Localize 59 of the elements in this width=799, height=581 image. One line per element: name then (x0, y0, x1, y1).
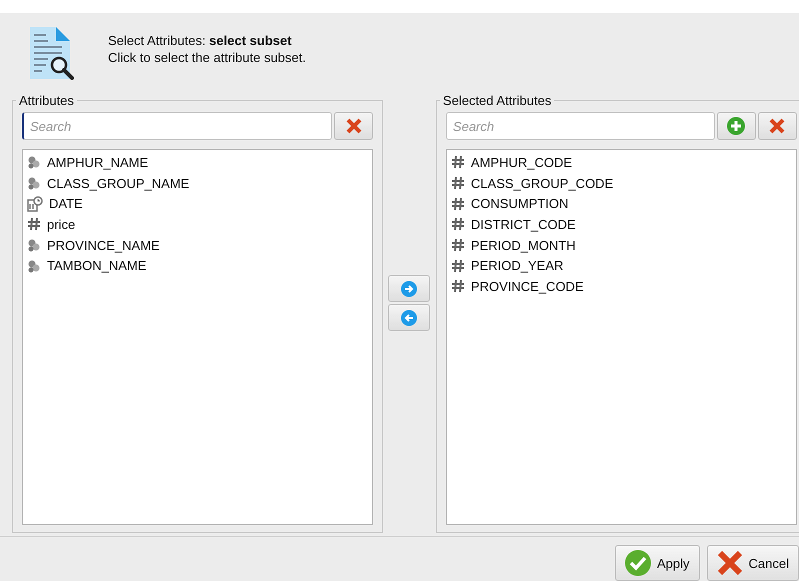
attribute-item[interactable]: CONSUMPTION (446, 193, 796, 214)
clear-button[interactable] (334, 112, 374, 140)
attribute-item[interactable]: CLASS_GROUP_NAME (23, 172, 372, 194)
attribute-name: PERIOD_MONTH (470, 238, 576, 253)
clear-button[interactable] (758, 112, 797, 140)
shapes-icon (27, 238, 41, 252)
dialog-subtitle: Click to select the attribute subset. (108, 50, 306, 65)
attribute-name: PROVINCE_CODE (470, 278, 584, 294)
attribute-name: AMPHUR_NAME (47, 154, 148, 170)
close-icon (346, 118, 362, 134)
hash-icon (450, 238, 465, 252)
attribute-item[interactable]: DATE (23, 193, 372, 214)
search-field[interactable]: Search (446, 112, 715, 140)
dialog-title: Select Attributes: select subset (108, 33, 293, 48)
close-icon (769, 118, 786, 134)
hash-icon (450, 176, 465, 190)
calendar-clock-icon (27, 196, 43, 212)
hash-icon (27, 217, 41, 232)
hash-icon (450, 155, 465, 170)
hash-icon (450, 258, 465, 273)
cancel-button[interactable]: Cancel (706, 545, 799, 581)
arrow-left-icon (401, 310, 418, 326)
shapes-icon (27, 258, 41, 273)
shapes-icon (27, 155, 41, 170)
attribute-name: CONSUMPTION (470, 196, 568, 212)
attribute-name: CLASS_GROUP_NAME (47, 176, 190, 191)
attribute-name: TAMBON_NAME (47, 258, 146, 274)
group-label: Selected Attributes (442, 93, 552, 108)
hash-icon (450, 279, 465, 294)
move-right-button[interactable] (388, 275, 430, 302)
check-icon (625, 550, 651, 576)
attribute-item[interactable]: price (23, 214, 372, 235)
hash-icon (450, 196, 465, 211)
search-field[interactable]: Search (22, 112, 332, 140)
attribute-item[interactable]: PROVINCE_CODE (446, 276, 796, 297)
attribute-item[interactable]: TAMBON_NAME (23, 255, 372, 276)
move-left-button[interactable] (388, 304, 430, 331)
attribute-name: DISTRICT_CODE (470, 216, 576, 232)
group-label: Attributes (18, 93, 75, 108)
shapes-icon (27, 176, 41, 190)
attribute-item[interactable]: PERIOD_MONTH (446, 234, 796, 256)
attribute-name: PROVINCE_NAME (47, 238, 160, 253)
attribute-item[interactable]: PERIOD_YEAR (446, 255, 796, 276)
apply-button[interactable]: Apply (615, 545, 700, 581)
attribute-item[interactable]: PROVINCE_NAME (23, 234, 372, 256)
attribute-item[interactable]: DISTRICT_CODE (446, 214, 796, 235)
attribute-item[interactable]: CLASS_GROUP_CODE (446, 172, 796, 194)
attribute-name: AMPHUR_CODE (470, 154, 572, 170)
attribute-name: DATE (49, 196, 83, 212)
add-icon (727, 117, 746, 135)
close-icon (716, 550, 743, 576)
attribute-item[interactable]: AMPHUR_NAME (23, 152, 372, 173)
hash-icon (450, 217, 465, 232)
attribute-name: PERIOD_YEAR (470, 258, 564, 274)
attribute-name: price (47, 216, 76, 232)
add-button[interactable] (716, 112, 756, 140)
attribute-item[interactable]: AMPHUR_CODE (446, 152, 796, 173)
arrow-right-icon (401, 280, 418, 296)
attribute-name: CLASS_GROUP_CODE (470, 176, 614, 191)
